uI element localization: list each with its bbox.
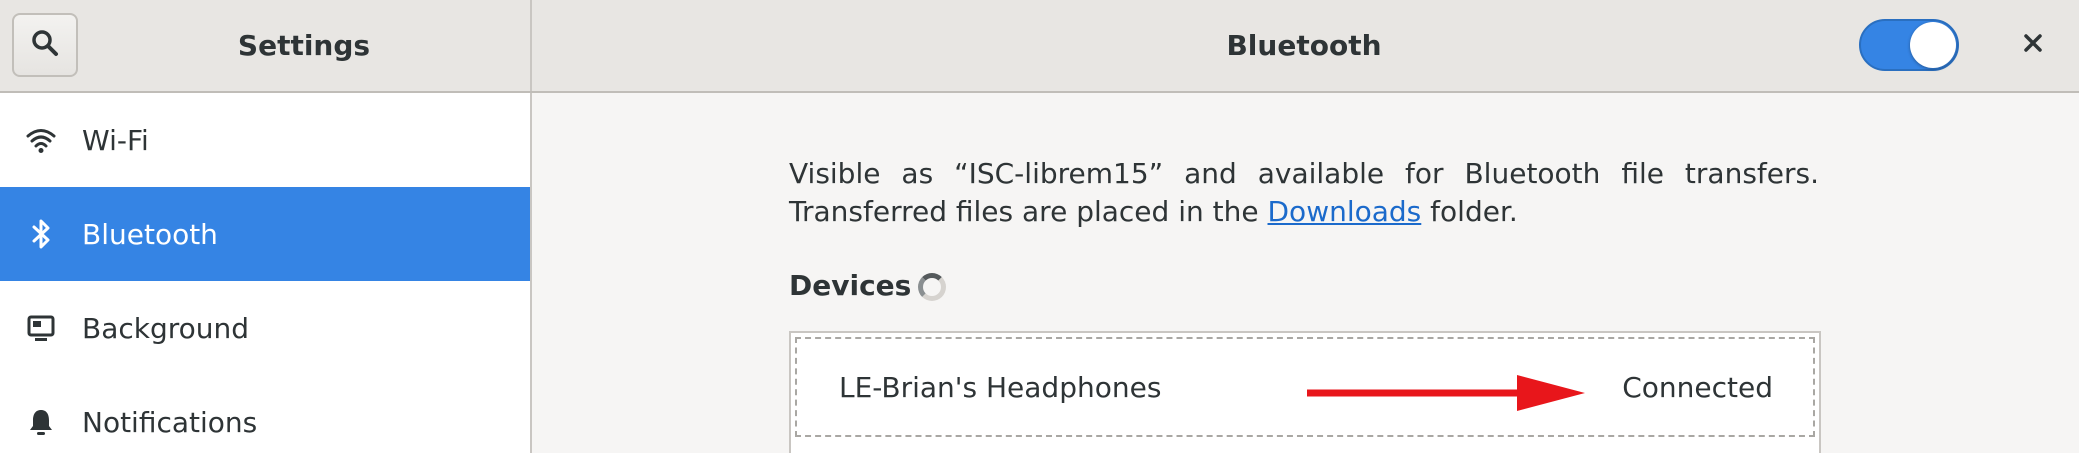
sidebar-item-label: Bluetooth <box>82 217 218 251</box>
downloads-link[interactable]: Downloads <box>1268 195 1422 228</box>
sidebar-item-notifications[interactable]: Notifications <box>0 375 530 453</box>
device-row[interactable]: LE-Brian's Headphones Connected <box>795 337 1815 437</box>
visibility-info: Visible as “ISC-librem15” and available … <box>789 155 1819 231</box>
sidebar-header: Settings <box>0 0 532 91</box>
search-icon <box>30 28 60 62</box>
close-button[interactable] <box>2008 20 2058 70</box>
devices-heading: Devices <box>789 269 912 302</box>
downloads-info: Transferred files are placed in the Down… <box>789 193 1819 231</box>
sidebar: Wi-Fi Bluetooth Background Notifications <box>0 93 532 453</box>
wifi-icon <box>26 125 56 155</box>
sidebar-item-label: Background <box>82 311 250 345</box>
toggle-knob <box>1910 22 1956 68</box>
bell-icon <box>26 407 56 437</box>
arrow-annotation-icon <box>1307 373 1587 417</box>
close-icon <box>2023 33 2043 57</box>
bluetooth-icon <box>26 219 56 249</box>
sidebar-item-label: Notifications <box>82 405 258 439</box>
sidebar-item-label: Wi-Fi <box>82 123 149 157</box>
device-list: LE-Brian's Headphones Connected <box>789 331 1821 453</box>
device-name: LE-Brian's Headphones <box>839 370 1162 404</box>
bluetooth-toggle[interactable] <box>1859 19 1959 71</box>
sidebar-item-background[interactable]: Background <box>0 281 530 375</box>
app-title: Settings <box>237 29 371 62</box>
downloads-text-after: folder. <box>1421 195 1518 228</box>
header-bar: Settings Bluetooth <box>0 0 2079 93</box>
spinner-icon <box>918 273 946 301</box>
background-icon <box>26 313 56 343</box>
sidebar-item-wifi[interactable]: Wi-Fi <box>0 93 530 187</box>
page-title: Bluetooth <box>1226 29 1382 62</box>
visibility-text: Visible as “ISC-librem15” and available … <box>789 157 1819 190</box>
bluetooth-panel: Visible as “ISC-librem15” and available … <box>534 93 2079 453</box>
search-button[interactable] <box>12 13 78 77</box>
sidebar-item-bluetooth[interactable]: Bluetooth <box>0 187 530 281</box>
downloads-text-before: Transferred files are placed in the <box>789 195 1268 228</box>
device-status: Connected <box>1622 370 1773 404</box>
